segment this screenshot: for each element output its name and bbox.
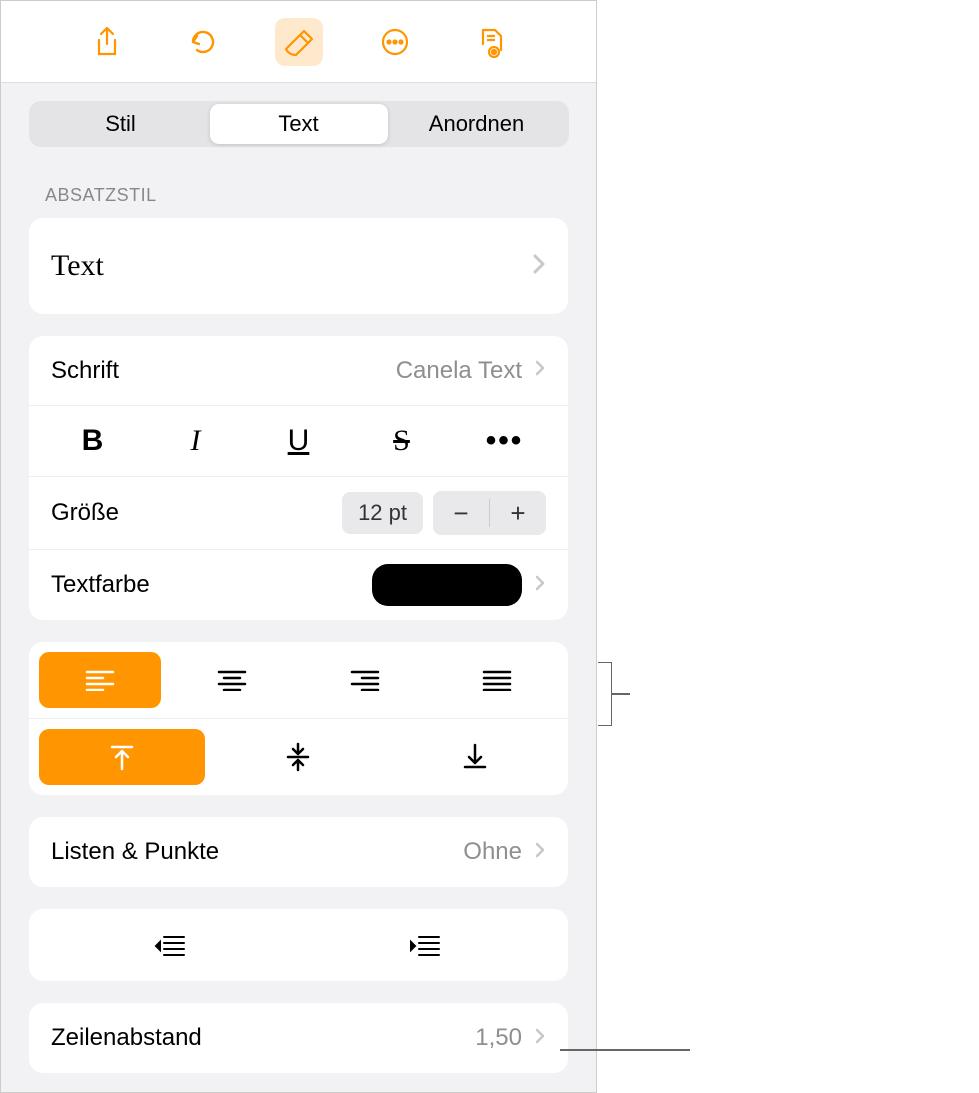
line-spacing-label: Zeilenabstand <box>51 1024 202 1052</box>
vertical-align-row <box>29 719 568 795</box>
format-brush-button[interactable] <box>275 18 323 66</box>
size-stepper: − + <box>433 491 546 535</box>
alignment-card <box>29 642 568 795</box>
text-color-swatch[interactable] <box>372 564 522 606</box>
lists-label: Listen & Punkte <box>51 838 219 866</box>
lists-value: Ohne <box>463 838 522 866</box>
document-options-button[interactable] <box>467 18 515 66</box>
callout-line-alignment <box>612 693 630 695</box>
horizontal-align-row <box>29 642 568 719</box>
indent-card <box>29 909 568 981</box>
align-left-button[interactable] <box>39 652 161 708</box>
undo-button[interactable] <box>179 18 227 66</box>
indent-button[interactable] <box>299 923 555 967</box>
top-toolbar <box>1 1 596 83</box>
italic-button[interactable]: I <box>166 424 226 458</box>
font-label: Schrift <box>51 357 119 385</box>
chevron-right-icon <box>534 1027 546 1050</box>
paragraph-style-header: ABSATZSTIL <box>1 161 596 218</box>
valign-bottom-button[interactable] <box>392 729 558 785</box>
tab-arrange[interactable]: Anordnen <box>388 104 566 144</box>
line-spacing-value: 1,50 <box>475 1024 522 1052</box>
callout-bracket-alignment <box>598 662 612 726</box>
tab-style[interactable]: Stil <box>32 104 210 144</box>
underline-button[interactable]: U <box>269 424 329 458</box>
more-button[interactable] <box>371 18 419 66</box>
valign-middle-button[interactable] <box>215 729 381 785</box>
font-style-buttons: B I U S ••• <box>29 406 568 477</box>
line-spacing-row[interactable]: Zeilenabstand 1,50 <box>29 1003 568 1073</box>
format-panel: Stil Text Anordnen ABSATZSTIL Text Schri… <box>0 0 597 1093</box>
lists-card: Listen & Punkte Ohne <box>29 817 568 887</box>
size-value-button[interactable]: 12 pt <box>342 492 423 534</box>
chevron-right-icon <box>532 253 546 280</box>
strikethrough-button[interactable]: S <box>372 424 432 458</box>
align-center-button[interactable] <box>171 652 293 708</box>
size-label: Größe <box>51 499 119 527</box>
chevron-right-icon <box>534 359 546 382</box>
tab-text[interactable]: Text <box>210 104 388 144</box>
font-value: Canela Text <box>396 357 522 385</box>
chevron-right-icon <box>534 574 546 597</box>
share-button[interactable] <box>83 18 131 66</box>
chevron-right-icon <box>534 841 546 864</box>
format-tabs: Stil Text Anordnen <box>29 101 569 147</box>
lists-row[interactable]: Listen & Punkte Ohne <box>29 817 568 887</box>
font-size-row: Größe 12 pt − + <box>29 477 568 550</box>
line-spacing-card: Zeilenabstand 1,50 <box>29 1003 568 1073</box>
align-justify-button[interactable] <box>436 652 558 708</box>
indent-row <box>29 909 568 981</box>
outdent-button[interactable] <box>43 923 299 967</box>
align-right-button[interactable] <box>304 652 426 708</box>
size-increase-button[interactable]: + <box>490 498 546 529</box>
paragraph-style-value: Text <box>51 249 104 283</box>
bold-button[interactable]: B <box>63 424 123 458</box>
text-color-row[interactable]: Textfarbe <box>29 550 568 620</box>
valign-top-button[interactable] <box>39 729 205 785</box>
font-card: Schrift Canela Text B I U S ••• Größe 12… <box>29 336 568 620</box>
callout-line-spacing <box>560 1049 690 1051</box>
more-font-options-button[interactable]: ••• <box>475 424 535 458</box>
size-decrease-button[interactable]: − <box>433 498 489 529</box>
paragraph-style-card: Text <box>29 218 568 314</box>
font-row[interactable]: Schrift Canela Text <box>29 336 568 406</box>
text-color-label: Textfarbe <box>51 571 150 599</box>
paragraph-style-row[interactable]: Text <box>29 218 568 314</box>
